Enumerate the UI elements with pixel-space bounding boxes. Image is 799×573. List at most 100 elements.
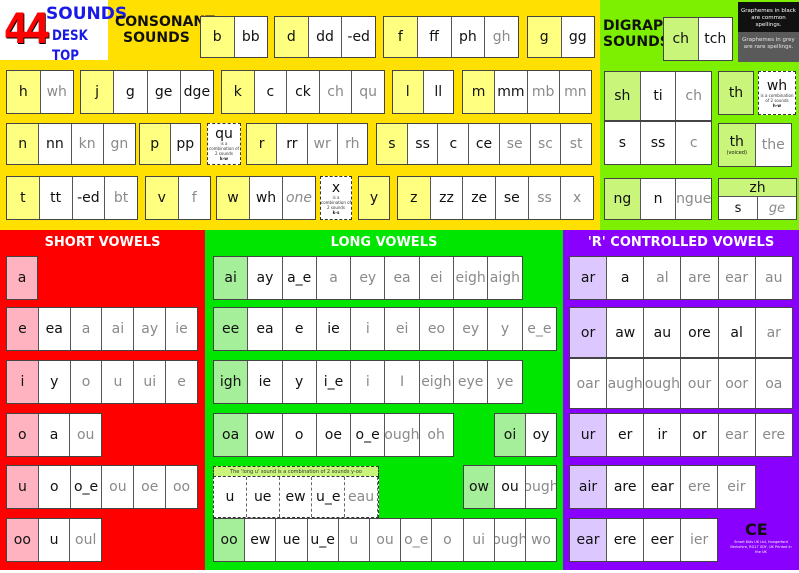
key-grapheme-cell: th (voiced): [719, 124, 756, 166]
grapheme-cell: I: [385, 361, 420, 403]
grapheme-cell: g: [114, 71, 148, 113]
grapheme-cell: s: [719, 197, 758, 219]
grapheme-cell: ff: [418, 17, 452, 57]
grapheme-group: m mm mb mn: [462, 70, 592, 114]
grapheme-cell: gh: [492, 29, 511, 45]
key-grapheme-cell: oo: [7, 519, 39, 561]
grapheme-cell: bb: [241, 29, 260, 45]
grapheme-cell: a: [71, 308, 103, 350]
grapheme-cell: ew: [280, 477, 313, 517]
grapheme-group: ee ea e ie i ei eo ey y e_e: [213, 307, 557, 351]
grapheme-cell: gg: [568, 29, 587, 45]
grapheme-group: ng n ngue: [604, 178, 712, 220]
grapheme-cell: oo: [172, 479, 191, 495]
key-grapheme-cell: ch: [664, 18, 699, 60]
grapheme-cell: ph: [452, 17, 486, 57]
ce-mark-icon: CE: [745, 520, 768, 539]
grapheme-cell: our: [681, 359, 719, 408]
grapheme-cell: a: [39, 414, 71, 456]
grapheme-group: r rr wr rh: [246, 123, 368, 165]
grapheme-cell: ey: [351, 257, 386, 299]
grapheme-cell: ey: [454, 308, 489, 350]
grapheme-cell: ea: [248, 308, 283, 350]
key-grapheme-cell: sh: [605, 72, 641, 120]
grapheme-group: p pp: [139, 123, 201, 165]
grapheme-cell: ce: [469, 124, 500, 164]
grapheme-cell: ss: [529, 177, 562, 219]
grapheme-cell: ue: [247, 477, 280, 517]
key-grapheme-cell: t: [7, 177, 40, 219]
key-grapheme-cell: f: [384, 17, 418, 57]
grapheme-cell: tch: [704, 31, 727, 47]
key-grapheme-cell: h: [7, 71, 41, 113]
key-grapheme-cell: ear: [570, 519, 608, 561]
grapheme-cell: or: [681, 414, 719, 456]
grapheme-group: ai ay a_e a ey ea ei eigh aigh: [213, 256, 523, 300]
grapheme-cell: rr: [277, 124, 308, 164]
grapheme-cell: oy: [532, 427, 550, 443]
grapheme-cell: ow: [248, 414, 283, 456]
grapheme-group: z zz ze se ss x: [397, 176, 594, 220]
legend-rare-spellings: Graphemes in grey are rare spellings.: [738, 32, 799, 62]
grapheme-group: ear ere eer ier: [569, 518, 719, 562]
grapheme-group: l ll: [392, 70, 454, 114]
key-grapheme-cell: n: [7, 124, 40, 164]
grapheme-cell: sc: [531, 124, 562, 164]
combo-note: is a combination of 2 sounds: [760, 92, 794, 103]
grapheme-cell: dge: [183, 84, 211, 100]
grapheme-cell: ck: [287, 71, 320, 113]
grapheme-cell: x: [573, 190, 582, 206]
logo: 44 SOUNDS DESK TOP: [0, 0, 127, 64]
key-grapheme-cell: l: [393, 71, 424, 113]
grapheme-cell: oe: [317, 414, 351, 456]
key-grapheme-cell: air: [570, 466, 608, 508]
grapheme-cell: ie: [248, 361, 283, 403]
grapheme-cell: ngue: [676, 191, 712, 207]
key-grapheme-cell: s: [377, 124, 408, 164]
grapheme-cell: i: [351, 308, 386, 350]
grapheme-text: th: [729, 134, 744, 150]
grapheme-group: n nn kn gn: [6, 123, 136, 165]
grapheme-cell: oh: [427, 427, 445, 443]
grapheme-cell: mb: [528, 71, 560, 113]
grapheme-cell: oa: [765, 375, 783, 392]
grapheme-group: s ss c ce se sc st: [376, 123, 592, 165]
grapheme-cell: ie: [175, 321, 188, 337]
grapheme-cell: eau: [345, 477, 378, 517]
grapheme-cell: ore: [681, 308, 719, 357]
grapheme-cell: oul: [75, 532, 97, 548]
grapheme-cell: u: [214, 477, 247, 517]
grapheme-cell: u: [39, 519, 71, 561]
combo-grapheme: wh: [766, 77, 788, 94]
key-grapheme-cell: r: [247, 124, 278, 164]
grapheme-cell: wh: [250, 177, 283, 219]
key-grapheme-cell: u: [7, 466, 39, 508]
grapheme-group: s ss c: [604, 121, 712, 165]
key-grapheme-cell: ai: [214, 257, 249, 299]
grapheme-cell: eo: [420, 308, 455, 350]
grapheme-cell: ss: [408, 124, 439, 164]
logo-number: 44: [4, 4, 50, 53]
grapheme-group: u ue ew u_e eau: [213, 476, 379, 518]
grapheme-cell: wo: [530, 532, 551, 548]
grapheme-cell: f: [191, 190, 197, 206]
grapheme-cell: ear: [644, 466, 682, 508]
grapheme-cell: c: [255, 71, 288, 113]
grapheme-cell: y: [283, 361, 317, 403]
key-grapheme-cell: a: [7, 257, 37, 299]
grapheme-cell: gn: [110, 136, 129, 152]
grapheme-cell: au: [644, 308, 682, 357]
qu-combination-card: qu is a combination of 2 sounds k-w: [207, 123, 241, 165]
grapheme-cell: pp: [176, 136, 195, 152]
grapheme-cell: st: [569, 136, 583, 152]
grapheme-group: f ff ph gh: [383, 16, 519, 58]
grapheme-cell: ay: [134, 308, 167, 350]
grapheme-cell: ge: [148, 71, 181, 113]
grapheme-cell: ough: [526, 479, 556, 495]
long-u-note: The 'long u' sound is a combination of 2…: [213, 466, 379, 476]
grapheme-cell: ui: [464, 519, 495, 561]
grapheme-cell: qu: [359, 84, 378, 100]
grapheme-group: w wh one: [216, 176, 316, 220]
grapheme-cell: o: [39, 466, 71, 508]
key-grapheme-cell: or: [570, 308, 608, 357]
